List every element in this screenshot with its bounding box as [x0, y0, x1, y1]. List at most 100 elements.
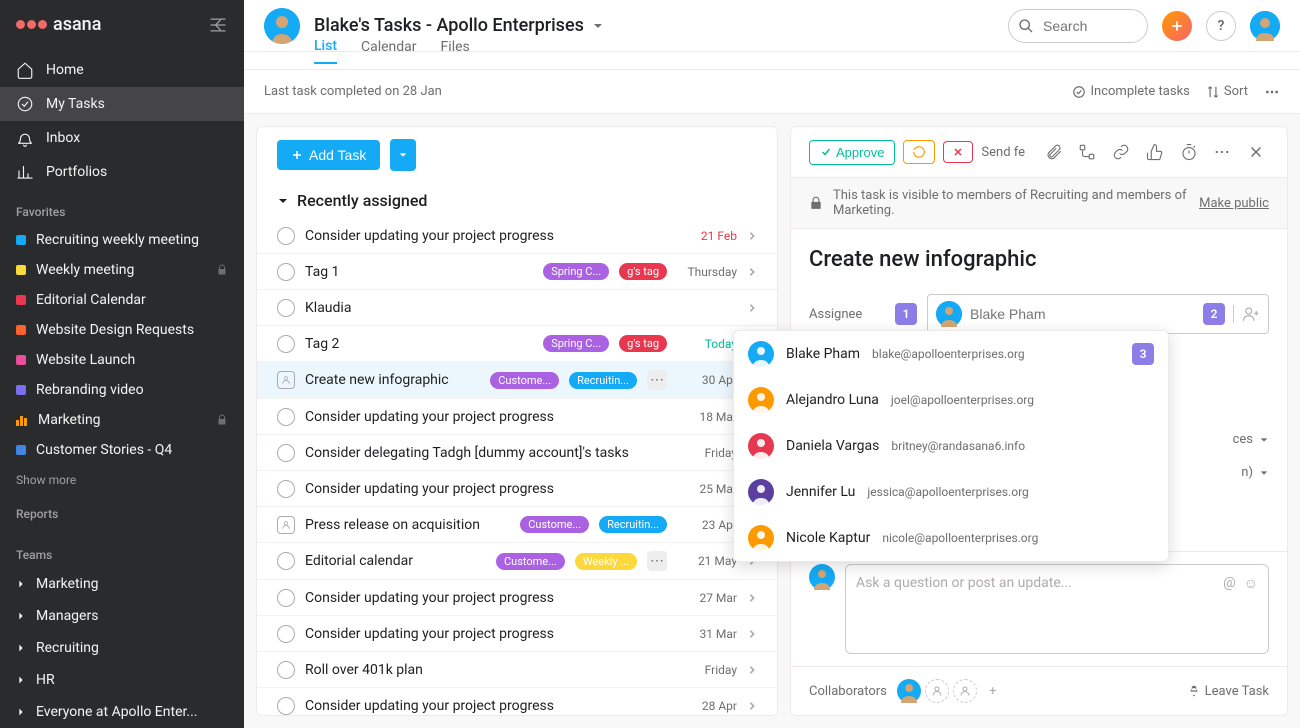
complete-checkbox[interactable]: [277, 661, 295, 679]
favorite-item[interactable]: Marketing: [0, 405, 244, 435]
project-pill[interactable]: Spring C...: [543, 263, 609, 280]
team-item[interactable]: Everyone at Apollo Enter...: [0, 696, 244, 728]
favorite-item[interactable]: Customer Stories - Q4: [0, 435, 244, 465]
approval-icon[interactable]: [277, 371, 295, 389]
nav-home[interactable]: Home: [0, 53, 244, 87]
nav-inbox[interactable]: Inbox: [0, 121, 244, 155]
task-row[interactable]: Tag 1Spring C...g's tagThursday: [257, 254, 777, 290]
mention-icon[interactable]: @: [1223, 575, 1236, 592]
project-pill[interactable]: Recruitin...: [599, 516, 667, 533]
complete-checkbox[interactable]: [277, 552, 295, 570]
person-option[interactable]: Nicole Kapturnicole@apolloenterprises.or…: [734, 515, 1168, 561]
project-pill[interactable]: Recruitin...: [569, 372, 637, 389]
more-icon[interactable]: [1209, 139, 1235, 165]
tab-files[interactable]: Files: [441, 39, 470, 63]
make-public-link[interactable]: Make public: [1199, 196, 1269, 211]
more-pills-icon[interactable]: ⋯: [647, 551, 667, 571]
person-option[interactable]: Daniela Vargasbritney@randasana6.info: [734, 423, 1168, 469]
emoji-icon[interactable]: ☺: [1244, 575, 1258, 592]
empty-collaborator-slot[interactable]: [953, 679, 977, 703]
complete-checkbox[interactable]: [277, 263, 295, 281]
approve-button[interactable]: Approve: [809, 140, 895, 165]
collaborator-avatar[interactable]: [897, 679, 921, 703]
leave-task-button[interactable]: Leave Task: [1187, 684, 1269, 699]
team-item[interactable]: Recruiting: [0, 632, 244, 664]
link-icon[interactable]: [1108, 139, 1134, 165]
complete-checkbox[interactable]: [277, 444, 295, 462]
add-task-button[interactable]: Add Task: [277, 140, 380, 170]
task-row[interactable]: Consider updating your project progress2…: [257, 218, 777, 254]
more-menu-icon[interactable]: [1264, 84, 1280, 100]
project-pill[interactable]: Weekly ...: [575, 553, 637, 570]
filter-incomplete[interactable]: Incomplete tasks: [1072, 84, 1189, 99]
close-icon[interactable]: [1243, 139, 1269, 165]
favorite-item[interactable]: Rebranding video: [0, 375, 244, 405]
person-option[interactable]: Jennifer Lujessica@apolloenterprises.org: [734, 469, 1168, 515]
task-row[interactable]: Consider updating your project progress3…: [257, 616, 777, 652]
approval-icon[interactable]: [277, 516, 295, 534]
complete-checkbox[interactable]: [277, 408, 295, 426]
add-follower-icon[interactable]: [1233, 305, 1260, 323]
subtask-icon[interactable]: [1074, 139, 1100, 165]
like-icon[interactable]: [1142, 139, 1168, 165]
favorite-item[interactable]: Website Launch: [0, 345, 244, 375]
favorite-item[interactable]: Weekly meeting: [0, 255, 244, 285]
attachment-icon[interactable]: [1041, 139, 1067, 165]
project-pill[interactable]: Spring C...: [543, 335, 609, 352]
complete-checkbox[interactable]: [277, 227, 295, 245]
task-row[interactable]: Tag 2Spring C...g's tagToday: [257, 326, 777, 362]
task-row[interactable]: Consider updating your project progress2…: [257, 471, 777, 507]
request-changes-button[interactable]: [903, 140, 935, 164]
task-row[interactable]: Roll over 401k planFriday: [257, 652, 777, 688]
complete-checkbox[interactable]: [277, 697, 295, 715]
nav-portfolios[interactable]: Portfolios: [0, 155, 244, 189]
favorite-item[interactable]: Website Design Requests: [0, 315, 244, 345]
project-pill[interactable]: Custome...: [490, 372, 559, 389]
complete-checkbox[interactable]: [277, 625, 295, 643]
favorite-item[interactable]: Recruiting weekly meeting: [0, 225, 244, 255]
section-header[interactable]: Recently assigned: [257, 183, 777, 218]
sort-button[interactable]: Sort: [1206, 84, 1248, 99]
add-collaborator-button[interactable]: +: [981, 679, 1005, 703]
person-option[interactable]: Alejandro Lunajoel@apolloenterprises.org: [734, 377, 1168, 423]
tab-list[interactable]: List: [314, 38, 337, 64]
project-pill[interactable]: Custome...: [496, 553, 565, 570]
tab-calendar[interactable]: Calendar: [361, 39, 417, 63]
complete-checkbox[interactable]: [277, 589, 295, 607]
project-pill[interactable]: g's tag: [619, 335, 667, 352]
chevron-down-icon[interactable]: [1259, 435, 1269, 445]
comment-input[interactable]: Ask a question or post an update... @ ☺: [845, 564, 1269, 654]
assignee-text-input[interactable]: [970, 306, 1195, 322]
send-feedback-label[interactable]: Send fe: [981, 145, 1024, 160]
task-row[interactable]: Create new infographicCustome...Recruiti…: [257, 362, 777, 399]
favorite-item[interactable]: Editorial Calendar: [0, 285, 244, 315]
project-pill[interactable]: g's tag: [619, 263, 667, 280]
team-item[interactable]: HR: [0, 664, 244, 696]
task-row[interactable]: Consider updating your project progress2…: [257, 688, 777, 716]
chevron-down-icon[interactable]: [592, 20, 604, 32]
complete-checkbox[interactable]: [277, 335, 295, 353]
complete-checkbox[interactable]: [277, 480, 295, 498]
task-row[interactable]: Consider updating your project progress2…: [257, 580, 777, 616]
app-logo[interactable]: asana: [16, 14, 101, 35]
empty-collaborator-slot[interactable]: [925, 679, 949, 703]
task-row[interactable]: Klaudia: [257, 290, 777, 326]
complete-checkbox[interactable]: [277, 299, 295, 317]
task-row[interactable]: Press release on acquisitionCustome...Re…: [257, 507, 777, 543]
add-task-dropdown[interactable]: [390, 139, 416, 171]
team-item[interactable]: Managers: [0, 600, 244, 632]
person-option[interactable]: Blake Phamblake@apolloenterprises.org3: [734, 331, 1168, 377]
task-title[interactable]: Create new infographic: [809, 247, 1269, 272]
nav-my-tasks[interactable]: My Tasks: [0, 87, 244, 121]
reject-button[interactable]: [943, 141, 973, 163]
project-pill[interactable]: Custome...: [520, 516, 589, 533]
more-pills-icon[interactable]: ⋯: [647, 370, 667, 390]
task-row[interactable]: Consider delegating Tadgh [dummy account…: [257, 435, 777, 471]
task-row[interactable]: Editorial calendarCustome...Weekly ...⋯2…: [257, 543, 777, 580]
task-row[interactable]: Consider updating your project progress1…: [257, 399, 777, 435]
sidebar-collapse-icon[interactable]: [208, 15, 228, 35]
assignee-input[interactable]: 2: [927, 294, 1269, 334]
team-item[interactable]: Marketing: [0, 568, 244, 600]
chevron-down-icon[interactable]: [1259, 468, 1269, 478]
timer-icon[interactable]: [1176, 139, 1202, 165]
